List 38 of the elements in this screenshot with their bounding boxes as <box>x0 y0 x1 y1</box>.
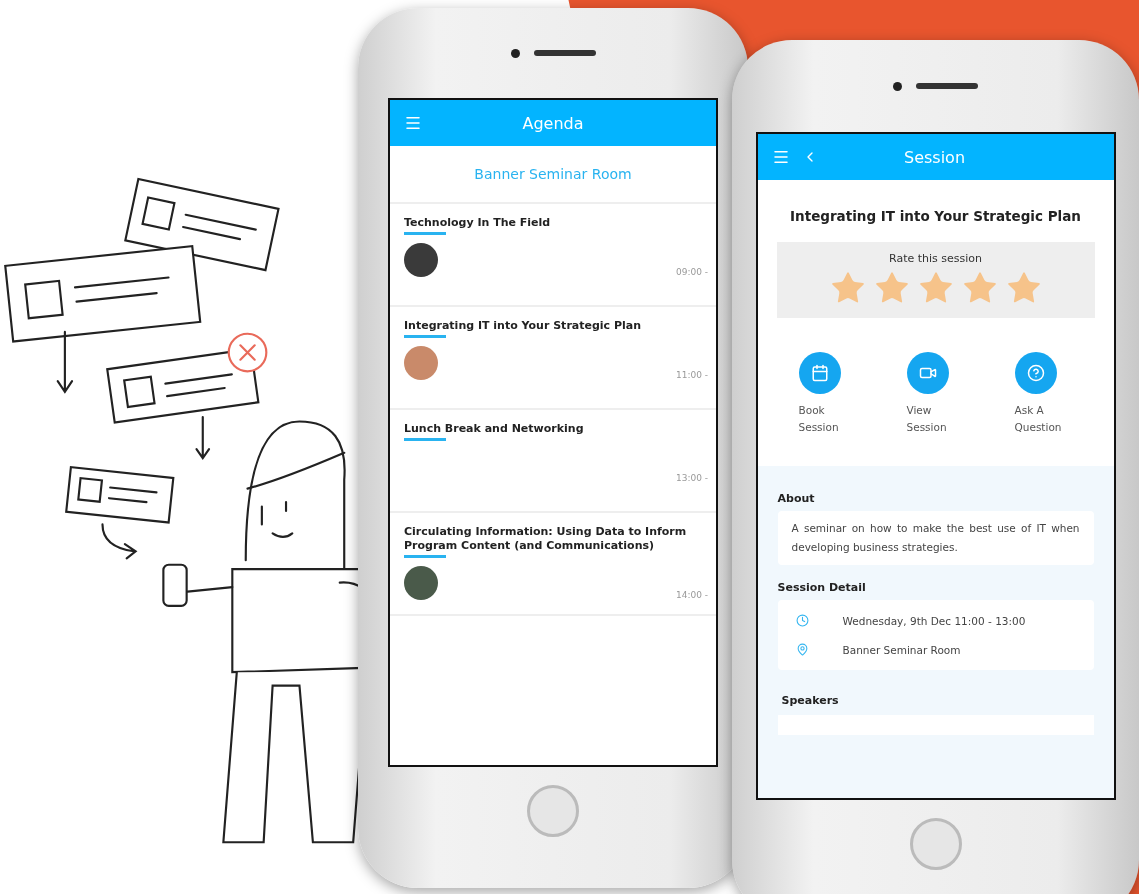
detail-text: Wednesday, 9th Dec 11:00 - 13:00 <box>842 614 1026 627</box>
camera-icon <box>510 48 520 58</box>
agenda-item[interactable]: Lunch Break and Networking 13:00 - <box>390 410 716 513</box>
session-heading: Integrating IT into Your Strategic Plan <box>790 208 1081 224</box>
camera-icon <box>893 81 902 91</box>
home-button[interactable] <box>909 818 962 870</box>
agenda-item[interactable]: Circulating Information: Using Data to Inform Program Content (and Communications) 14:00 - <box>390 513 716 616</box>
agenda-item[interactable]: Technology In The Field 09:00 - <box>390 204 716 307</box>
speaker-grille-icon <box>916 83 978 89</box>
rating-label: Rate this session <box>889 252 982 265</box>
session-title: Technology In The Field <box>404 216 552 230</box>
session-title: Integrating IT into Your Strategic Plan <box>404 319 643 333</box>
section-heading: Speakers <box>781 694 840 707</box>
calendar-icon <box>810 364 829 382</box>
detail-text: Banner Seminar Room <box>842 643 961 656</box>
question-mark-icon <box>1026 364 1045 382</box>
action-button[interactable]: Ask A Question <box>1014 352 1073 436</box>
section-heading: Session Detail <box>777 581 867 594</box>
action-button[interactable]: View Session <box>906 352 965 436</box>
menu-icon[interactable] <box>771 148 790 166</box>
menu-icon[interactable] <box>404 114 422 132</box>
action-button[interactable]: Book Session <box>798 352 857 436</box>
session-time: 09:00 - <box>675 267 708 277</box>
about-text: A seminar on how to make the best use of IT when developing business strategies. <box>791 521 1080 555</box>
session-time: 11:00 - <box>675 370 708 380</box>
room-name: Banner Seminar Room <box>390 146 716 204</box>
home-button[interactable] <box>527 785 579 837</box>
session-time: 14:00 - <box>675 590 708 600</box>
clock-icon <box>795 614 809 627</box>
speaker-grille-icon <box>533 50 596 56</box>
screen-title: Agenda <box>521 113 585 133</box>
session-title: Lunch Break and Networking <box>404 422 585 436</box>
screen-title: Session <box>902 147 966 167</box>
section-heading: About <box>777 492 816 505</box>
session-time: 13:00 - <box>675 473 708 483</box>
session-title: Circulating Information: Using Data to Inform Program Content (and Communications) <box>404 525 688 553</box>
agenda-item[interactable]: Integrating IT into Your Strategic Plan 11:00 - <box>390 307 716 410</box>
location-pin-icon <box>795 643 809 656</box>
